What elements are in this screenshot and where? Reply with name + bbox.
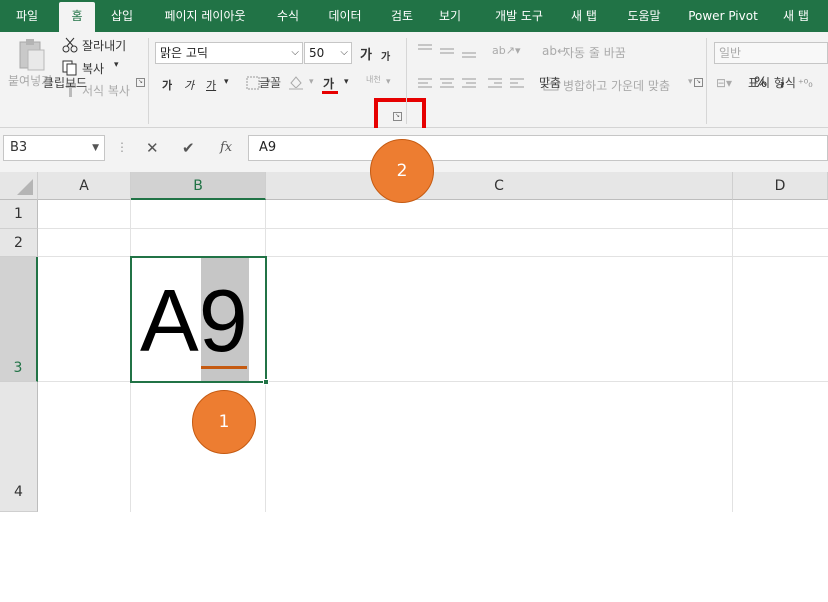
select-all-corner[interactable] [0, 172, 38, 200]
wrap-text-label[interactable]: 자동 줄 바꿈 [563, 44, 626, 61]
font-name-value: 맑은 고딕 [160, 46, 208, 60]
group-divider [148, 38, 149, 124]
phonetic-dropdown-icon[interactable]: ▾ [386, 77, 391, 87]
font-color-swatch [322, 91, 338, 94]
tab-review[interactable]: 검토 [380, 0, 424, 32]
select-all-icon[interactable] [15, 177, 35, 197]
row-header-4[interactable]: 4 [0, 382, 38, 512]
tab-developer[interactable]: 개발 도구 [484, 0, 554, 32]
step-callout-1: 1 [192, 390, 256, 454]
column-header-b[interactable]: B [131, 172, 266, 200]
tab-new-1[interactable]: 새 탭 [562, 0, 606, 32]
formula-input[interactable]: A9 [248, 135, 828, 161]
gridline [732, 200, 733, 512]
font-group-label: 글꼴 [258, 76, 282, 90]
worksheet-grid[interactable] [0, 172, 828, 512]
number-format-combo[interactable]: 일반 [714, 42, 828, 64]
italic-icon[interactable]: 가 [184, 77, 194, 93]
name-box-dropdown-icon[interactable]: ▼ [92, 136, 99, 160]
paste-icon[interactable] [14, 38, 48, 72]
tab-data[interactable]: 데이터 [318, 0, 372, 32]
orientation-icon[interactable]: ab↗▾ [492, 44, 520, 57]
copy-dropdown-icon[interactable]: ▾ [114, 60, 119, 70]
alignment-group-label: 맞춤 [538, 76, 562, 90]
fill-color-dropdown-icon[interactable]: ▾ [309, 77, 314, 87]
name-box-value: B3 [10, 140, 28, 155]
cut-label[interactable]: 잘라내기 [82, 37, 126, 54]
tab-insert[interactable]: 삽입 [100, 0, 144, 32]
font-name-combo[interactable]: 맑은 고딕 ⌵ [155, 42, 303, 64]
column-header-a[interactable]: A [38, 172, 131, 200]
grow-font-icon[interactable]: 가 [360, 44, 372, 63]
tab-view[interactable]: 보기 [428, 0, 472, 32]
tab-file[interactable]: 파일 [0, 0, 54, 32]
font-color-icon[interactable]: 가 [323, 75, 334, 92]
horizontal-align-icons[interactable] [416, 76, 526, 92]
clipboard-group-label: 클립보드 [42, 76, 88, 90]
scissors-icon[interactable] [62, 37, 78, 53]
formula-bar-handle-icon[interactable]: ⋮ [116, 140, 128, 154]
tab-new-2[interactable]: 새 탭 [772, 0, 820, 32]
font-color-dropdown-icon[interactable]: ▾ [344, 77, 349, 87]
number-group-label: 표시 형식 [748, 76, 796, 90]
underline-dropdown-icon[interactable]: ▾ [224, 77, 229, 87]
chevron-down-icon[interactable]: ⌵ [291, 43, 299, 63]
name-box[interactable]: B3 ▼ [3, 135, 105, 161]
merge-dropdown-icon[interactable]: ▾ [688, 77, 693, 87]
cell-b3-selected-char: 9 [198, 271, 248, 370]
row-header-3[interactable]: 3 [0, 257, 38, 382]
alignment-dialog-launcher-icon[interactable]: ↘ [694, 78, 703, 87]
cell-b3-normal-char: A [140, 271, 199, 370]
ime-composition-underline [201, 366, 247, 369]
tab-power-pivot[interactable]: Power Pivot [682, 0, 764, 32]
number-format-value: 일반 [719, 46, 742, 60]
cancel-entry-icon[interactable]: ✕ [146, 139, 159, 157]
accounting-format-icon[interactable]: ⊟▾ [716, 76, 732, 90]
enter-entry-icon[interactable]: ✔ [182, 139, 195, 157]
chevron-down-icon[interactable]: ⌵ [340, 43, 348, 63]
gridline [38, 228, 828, 229]
fill-handle[interactable] [263, 379, 269, 385]
clipboard-dialog-launcher-icon[interactable]: ↘ [136, 78, 145, 87]
group-divider [706, 38, 707, 124]
row-header-1[interactable]: 1 [0, 200, 38, 229]
group-divider [406, 38, 407, 124]
row-header-2[interactable]: 2 [0, 229, 38, 257]
column-header-c[interactable]: C [266, 172, 733, 200]
underline-icon[interactable]: 가 [206, 77, 216, 93]
formula-input-value: A9 [259, 140, 277, 155]
tab-page-layout[interactable]: 페이지 레이아웃 [152, 0, 258, 32]
font-size-value: 50 [309, 46, 325, 60]
step-callout-2: 2 [370, 139, 434, 203]
column-header-d[interactable]: D [733, 172, 828, 200]
font-size-combo[interactable]: 50 ⌵ [304, 42, 352, 64]
insert-function-icon[interactable]: fx [220, 140, 232, 155]
shrink-font-icon[interactable]: 가 [381, 48, 390, 63]
phonetic-icon[interactable]: 내천 [366, 74, 381, 85]
tab-help[interactable]: 도움말 [616, 0, 672, 32]
tab-formulas[interactable]: 수식 [266, 0, 310, 32]
tab-home[interactable]: 홈 [59, 2, 95, 32]
bold-icon[interactable]: 가 [162, 77, 172, 93]
vertical-align-icons[interactable] [416, 42, 496, 58]
cell-b3-text[interactable]: A9 [140, 266, 248, 376]
